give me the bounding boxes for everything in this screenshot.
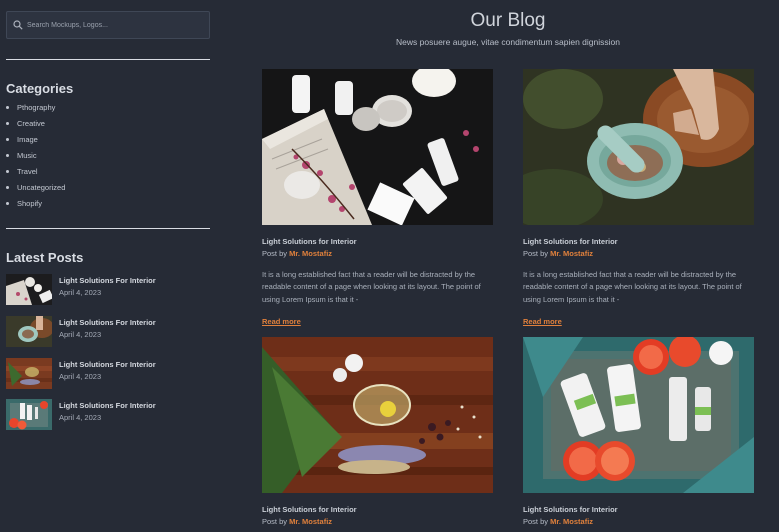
latest-post-item[interactable]: Light Solutions For Interior April 4, 20… [6,399,210,431]
blog-post-card: Light Solutions for Interior Post by Mr.… [523,337,754,532]
latest-post-thumbnail[interactable] [6,399,52,430]
category-label: Image [17,134,38,144]
bullet-icon [6,121,9,125]
bullet-icon [6,201,9,205]
latest-post-thumbnail[interactable] [6,316,52,347]
mortar-pestle-image [6,316,52,347]
post-by-label: Post by [523,249,549,258]
post-title[interactable]: Light Solutions for Interior [262,505,357,514]
post-title[interactable]: Light Solutions for Interior [262,237,357,246]
read-more-link[interactable]: Read more [523,317,562,326]
post-image[interactable] [523,69,754,225]
post-meta: Post by Mr. Mostafiz [523,517,593,526]
post-excerpt: It is a long established fact that a rea… [262,270,481,304]
bullet-icon [6,185,9,189]
post-excerpt: It is a long established fact that a rea… [523,270,742,304]
latest-post-thumbnail[interactable] [6,274,52,305]
search-input[interactable] [27,21,197,29]
latest-post-title[interactable]: Light Solutions For Interior [59,318,156,327]
post-author[interactable]: Mr. Mostafiz [289,249,332,258]
mortar-pestle-image [523,69,754,225]
latest-post-item[interactable]: Light Solutions For Interior April 4, 20… [6,316,210,348]
latest-post-title[interactable]: Light Solutions For Interior [59,360,156,369]
latest-posts-heading: Latest Posts [6,250,84,265]
post-by-label: Post by [262,517,288,526]
bullet-icon [6,153,9,157]
latest-post-thumbnail[interactable] [6,358,52,389]
latest-post-date: April 4, 2023 [59,288,102,297]
post-author[interactable]: Mr. Mostafiz [550,249,593,258]
post-by-label: Post by [523,517,549,526]
post-title[interactable]: Light Solutions for Interior [523,237,618,246]
post-image[interactable] [262,69,493,225]
post-author[interactable]: Mr. Mostafiz [550,517,593,526]
blog-post-card: Light Solutions for Interior Post by Mr.… [262,337,493,532]
latest-post-date: April 4, 2023 [59,330,102,339]
categories-heading: Categories [6,81,74,96]
latest-post-item[interactable]: Light Solutions For Interior April 4, 20… [6,274,210,306]
post-meta: Post by Mr. Mostafiz [523,249,593,258]
bullet-icon [6,169,9,173]
blog-post-card: Light Solutions for Interior Post by Mr.… [523,69,754,331]
herbal-tea-image [6,358,52,389]
latest-post-title[interactable]: Light Solutions For Interior [59,401,156,410]
category-item[interactable]: Uncategorized [6,179,65,195]
grapefruit-serums-image [523,337,754,493]
post-meta: Post by Mr. Mostafiz [262,249,332,258]
category-item[interactable]: Travel [6,163,65,179]
category-label: Shopify [17,198,43,208]
category-item[interactable]: Image [6,131,65,147]
bullet-icon [6,105,9,109]
category-label: Uncategorized [17,182,66,192]
latest-post-item[interactable]: Light Solutions For Interior April 4, 20… [6,358,210,390]
category-item[interactable]: Creative [6,115,65,131]
search-icon [13,20,23,30]
post-author[interactable]: Mr. Mostafiz [289,517,332,526]
categories-list: Pthography Creative Image Music Travel U… [6,99,65,211]
latest-post-title[interactable]: Light Solutions For Interior [59,276,156,285]
category-label: Pthography [17,102,56,112]
latest-post-date: April 4, 2023 [59,372,102,381]
post-by-label: Post by [262,249,288,258]
category-item[interactable]: Music [6,147,65,163]
search-box[interactable] [6,11,210,39]
category-item[interactable]: Shopify [6,195,65,211]
grapefruit-serums-image [6,399,52,430]
page-title: Our Blog [470,10,546,31]
herbal-tea-image [262,337,493,493]
cosmetics-flatlay-image [262,69,493,225]
category-item[interactable]: Pthography [6,99,65,115]
read-more-link[interactable]: Read more [262,317,301,326]
post-image[interactable] [523,337,754,493]
category-label: Music [17,150,37,160]
cosmetics-flatlay-image [6,274,52,305]
page-subtitle: News posuere augue, vitae condimentum sa… [396,37,620,47]
sidebar: Categories Pthography Creative Image Mus… [6,0,210,532]
category-label: Travel [17,166,38,176]
category-label: Creative [17,118,45,128]
post-meta: Post by Mr. Mostafiz [262,517,332,526]
blog-post-card: Light Solutions for Interior Post by Mr.… [262,69,493,331]
bullet-icon [6,137,9,141]
post-title[interactable]: Light Solutions for Interior [523,505,618,514]
sidebar-divider [6,59,210,60]
sidebar-divider [6,228,210,229]
post-image[interactable] [262,337,493,493]
latest-post-date: April 4, 2023 [59,413,102,422]
